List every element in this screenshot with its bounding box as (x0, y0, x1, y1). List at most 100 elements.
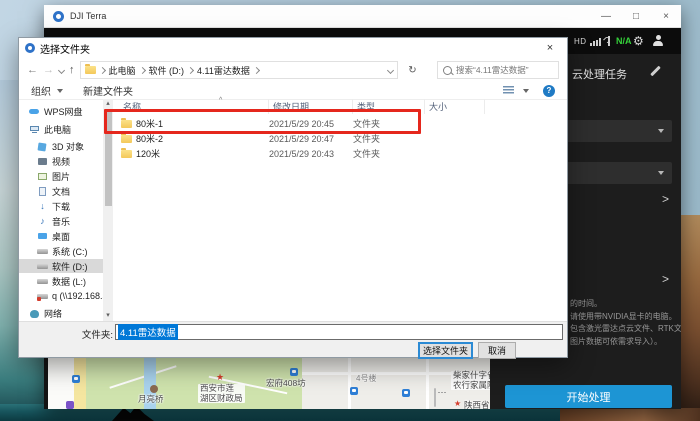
folder-name-input[interactable]: 4.11雷达数据 (115, 324, 563, 340)
panel-expand-row-2[interactable]: > (662, 272, 669, 286)
map-street (348, 358, 351, 409)
panel-expand-row-1[interactable]: > (662, 192, 669, 206)
column-header-size[interactable]: 大小 (425, 99, 485, 114)
breadcrumb-separator-icon (187, 66, 194, 73)
file-date: 2021/5/29 20:43 (269, 149, 334, 159)
dji-terra-titlebar[interactable]: DJI Terra — □ × (44, 5, 681, 28)
metro-station-icon[interactable] (66, 401, 74, 409)
folder-name-value: 4.11雷达数据 (118, 324, 178, 340)
refresh-button[interactable]: ↻ (403, 65, 423, 76)
sidebar-item-label: 视频 (52, 155, 70, 168)
sidebar-item-network[interactable]: 网络 (19, 306, 103, 320)
hint-line: 请使用带NVIDIA显卡的电脑。 (570, 311, 681, 324)
view-mode-icon[interactable] (503, 86, 514, 95)
map-label-line: 农行家属院 (453, 381, 490, 391)
sidebar-item-label: 此电脑 (44, 123, 71, 136)
organize-button[interactable]: 组织 (31, 83, 51, 98)
forward-button[interactable]: → (43, 65, 54, 76)
help-icon[interactable]: ? (543, 85, 555, 97)
map-more-poi-icon (434, 388, 436, 407)
sidebar-item-pictures[interactable]: 图片 (19, 169, 103, 183)
sidebar-item-desktop[interactable]: 桌面 (19, 229, 103, 243)
sidebar-item-network-drive[interactable]: q (\\192.168.3 (19, 289, 103, 303)
map-label-hongfu: 宏府408坊 (266, 379, 306, 389)
sidebar-item-documents[interactable]: 文档 (19, 184, 103, 198)
address-dropdown-chevron-icon[interactable] (386, 66, 393, 73)
back-button[interactable]: ← (27, 65, 38, 76)
edit-pencil-icon[interactable] (650, 66, 661, 77)
sidebar-item-drive-l[interactable]: 数据 (L:) (19, 274, 103, 288)
bridge-poi-icon (150, 385, 158, 393)
window-controls: — □ × (591, 5, 681, 27)
view-mode-caret-icon[interactable] (523, 89, 529, 93)
sidebar-item-label: 3D 对象 (52, 140, 84, 153)
signal-bars-icon (590, 38, 601, 46)
sidebar-item-label: WPS网盘 (44, 105, 83, 118)
minimize-button[interactable]: — (591, 5, 621, 27)
bus-stop-icon[interactable] (402, 389, 410, 397)
sidebar-item-videos[interactable]: 视频 (19, 154, 103, 168)
download-icon: ↓ (37, 201, 48, 211)
sidebar-item-3d-objects[interactable]: 3D 对象 (19, 139, 103, 153)
select-folder-dialog: 选择文件夹 × ← → ↑ 此电脑 软件 (D:) 4.11雷达数据 ↻ (18, 37, 568, 358)
dialog-navigation-bar: ← → ↑ 此电脑 软件 (D:) 4.11雷达数据 ↻ 搜索“4.11雷达数据… (19, 58, 567, 82)
sidebar-item-music[interactable]: ♪音乐 (19, 214, 103, 228)
sidebar-item-this-pc[interactable]: 此电脑 (19, 122, 103, 136)
bus-stop-icon[interactable] (350, 387, 358, 395)
building-poi-icon (290, 368, 298, 376)
hd-status-label: HD (574, 37, 587, 46)
maximize-button[interactable]: □ (621, 5, 651, 27)
star-poi-icon: ★ (216, 373, 224, 382)
map-label-shaanxi: 陕西省 (464, 401, 490, 409)
gear-icon[interactable]: ⚙ (633, 35, 644, 47)
search-input[interactable]: 搜索“4.11雷达数据” (437, 61, 559, 79)
sidebar-item-drive-c[interactable]: 系统 (C:) (19, 244, 103, 258)
sidebar-item-label: 桌面 (52, 230, 70, 243)
sidebar-item-drive-d[interactable]: 软件 (D:) (19, 259, 103, 273)
cancel-button[interactable]: 取消 (478, 342, 516, 359)
sidebar-item-label: 音乐 (52, 215, 70, 228)
dialog-close-button[interactable]: × (533, 38, 567, 58)
chevron-down-icon (658, 129, 664, 133)
map-view[interactable]: 月亮桥 ★ 西安市莲 湖区财政局 宏府408坊 4号楼 柴家什字省 农行家属院 … (48, 358, 490, 409)
file-row-120m[interactable]: 120米 2021/5/29 20:43 文件夹 (113, 146, 563, 161)
chevron-down-icon (658, 171, 664, 175)
map-label-finance-bureau: 西安市莲 湖区财政局 (198, 384, 245, 403)
search-placeholder: 搜索“4.11雷达数据” (456, 64, 529, 76)
dialog-title: 选择文件夹 (40, 41, 90, 56)
sidebar-item-label: 文档 (52, 185, 70, 198)
sidebar-item-label: 软件 (D:) (52, 260, 88, 273)
breadcrumb-item-this-pc[interactable]: 此电脑 (109, 64, 136, 77)
dialog-footer: 文件夹: 4.11雷达数据 选择文件夹 取消 (19, 321, 567, 357)
pictures-icon (37, 171, 48, 182)
address-bar[interactable]: 此电脑 软件 (D:) 4.11雷达数据 (80, 61, 398, 79)
sidebar-item-wps[interactable]: WPS网盘 (19, 104, 103, 118)
sidebar-item-label: 系统 (C:) (52, 245, 88, 258)
new-folder-button[interactable]: 新建文件夹 (83, 83, 133, 98)
bus-stop-icon[interactable] (72, 375, 80, 383)
network-drive-icon (37, 291, 48, 302)
drive-icon (37, 246, 48, 257)
file-type: 文件夹 (353, 147, 380, 160)
star-poi-icon: ★ (454, 400, 461, 408)
select-folder-button[interactable]: 选择文件夹 (418, 342, 473, 359)
close-window-button[interactable]: × (651, 5, 681, 27)
recent-locations-chevron-icon[interactable] (58, 66, 65, 73)
scroll-down-icon[interactable]: ▾ (103, 311, 113, 321)
map-label-building4: 4号楼 (356, 374, 376, 384)
start-processing-button[interactable]: 开始处理 (505, 385, 672, 408)
scroll-up-icon[interactable]: ▴ (103, 99, 113, 109)
desktop-wallpaper-shore (560, 408, 700, 421)
breadcrumb-item-drive-d[interactable]: 软件 (D:) (149, 64, 185, 77)
dialog-toolbar: 组织 新建文件夹 ? (19, 82, 567, 100)
sidebar-item-downloads[interactable]: ↓下载 (19, 199, 103, 213)
desktop-icon (37, 231, 48, 242)
hint-line: 的时间。 (570, 298, 681, 311)
up-button[interactable]: ↑ (69, 65, 75, 76)
map-label-bank: 柴家什字省 农行家属院 (451, 371, 490, 390)
screen: DJI Terra — □ × HD N/A ⚙ 云处理任务 > > 的时间。 … (0, 0, 700, 421)
highlight-annotation-rectangle (104, 109, 421, 134)
panel-title: 云处理任务 (572, 66, 627, 82)
breadcrumb-item-current-folder[interactable]: 4.11雷达数据 (197, 64, 250, 77)
dialog-titlebar[interactable]: 选择文件夹 × (19, 38, 567, 58)
